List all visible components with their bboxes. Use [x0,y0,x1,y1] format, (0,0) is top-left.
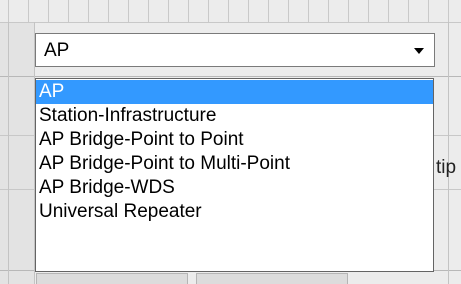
mode-option-universal-repeater[interactable]: Universal Repeater [36,200,433,224]
ruler-tick [128,0,129,22]
ruler-tick [348,0,349,22]
ruler-tick [48,0,49,22]
ruler-tick [8,0,9,22]
column-divider [448,22,449,284]
ruler-tick [288,0,289,22]
bottom-tab[interactable] [196,273,348,284]
ruler-tick [68,0,69,22]
row-divider [0,22,461,23]
ruler-tick [308,0,309,22]
ruler-tick [168,0,169,22]
ruler-tick [88,0,89,22]
ruler-tick [228,0,229,22]
ruler-tick [248,0,249,22]
ruler-tick [148,0,149,22]
mode-select-value: AP [44,40,70,61]
mode-option-ap[interactable]: AP [36,80,433,104]
mode-select[interactable]: AP [35,33,435,67]
mode-option-station-infrastructure[interactable]: Station-Infrastructure [36,104,433,128]
ruler-tick [428,0,429,22]
mode-option-ap-bridge-point-to-point[interactable]: AP Bridge-Point to Point [36,128,433,152]
row-divider [0,76,461,77]
form-left-strip [0,22,34,284]
ruler-tick [188,0,189,22]
bottom-tab[interactable] [36,273,188,284]
ruler-tick [208,0,209,22]
ruler-tick [388,0,389,22]
chevron-down-icon[interactable] [414,48,424,54]
ruler-tick [328,0,329,22]
mode-option-ap-bridge-wds[interactable]: AP Bridge-WDS [36,176,433,200]
ruler-tick [448,0,449,22]
ruler-tick [108,0,109,22]
ruler-tick [268,0,269,22]
ruler-tick [28,0,29,22]
mode-option-ap-bridge-point-to-multi-point[interactable]: AP Bridge-Point to Multi-Point [36,152,433,176]
ruler-tick [368,0,369,22]
ruler-tick [408,0,409,22]
partially-hidden-label: tip [436,157,457,178]
mode-dropdown-list[interactable]: AP Station-Infrastructure AP Bridge-Poin… [35,78,434,272]
column-divider [8,22,9,284]
